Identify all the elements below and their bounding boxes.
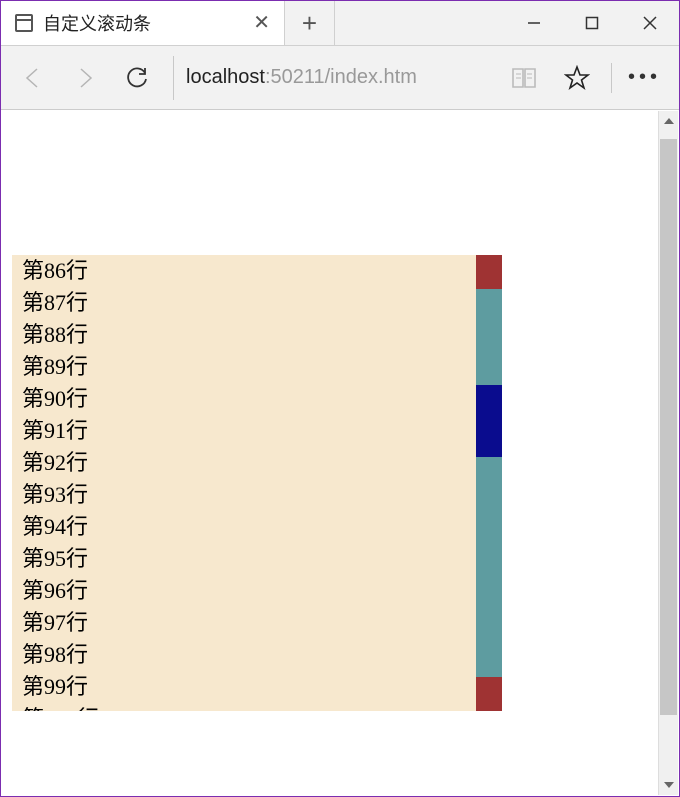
maximize-button[interactable] xyxy=(563,1,621,45)
new-tab-button[interactable]: + xyxy=(285,1,335,45)
list-item: 第100行 xyxy=(22,703,476,711)
address-text: localhost:50211/index.htm xyxy=(186,66,497,89)
page-content: 第86行第87行第88行第89行第90行第91行第92行第93行第94行第95行… xyxy=(2,111,658,795)
more-menu-button[interactable]: ••• xyxy=(622,66,667,89)
back-button[interactable] xyxy=(9,54,57,102)
custom-scroll-widget: 第86行第87行第88行第89行第90行第91行第92行第93行第94行第95行… xyxy=(12,255,502,711)
window-close-button[interactable] xyxy=(621,1,679,45)
list-item: 第99行 xyxy=(22,671,476,703)
close-tab-icon[interactable]: ✕ xyxy=(249,13,274,33)
favorite-icon[interactable] xyxy=(553,54,601,102)
page-icon xyxy=(15,14,33,32)
browser-scroll-down-icon[interactable] xyxy=(659,775,678,795)
list-item: 第98行 xyxy=(22,639,476,671)
list-item: 第88行 xyxy=(22,319,476,351)
list-item: 第94行 xyxy=(22,511,476,543)
list-item: 第87行 xyxy=(22,287,476,319)
custom-scrollbar[interactable] xyxy=(476,255,502,711)
custom-scroll-down-button[interactable] xyxy=(476,677,502,711)
custom-scroll-up-button[interactable] xyxy=(476,255,502,289)
browser-scroll-up-icon[interactable] xyxy=(659,111,678,131)
toolbar: localhost:50211/index.htm ••• xyxy=(1,46,679,110)
row-list: 第86行第87行第88行第89行第90行第91行第92行第93行第94行第95行… xyxy=(12,255,476,711)
list-item: 第92行 xyxy=(22,447,476,479)
titlebar: 自定义滚动条 ✕ + xyxy=(1,1,679,46)
custom-scroll-thumb[interactable] xyxy=(476,385,502,457)
reading-view-icon[interactable] xyxy=(501,54,549,102)
forward-button[interactable] xyxy=(61,54,109,102)
browser-tab[interactable]: 自定义滚动条 ✕ xyxy=(1,1,285,45)
list-item: 第93行 xyxy=(22,479,476,511)
browser-scrollbar[interactable] xyxy=(658,111,678,795)
list-item: 第89行 xyxy=(22,351,476,383)
separator xyxy=(611,63,612,93)
address-bar[interactable]: localhost:50211/index.htm xyxy=(173,56,497,100)
browser-scroll-thumb[interactable] xyxy=(660,139,677,715)
list-item: 第95行 xyxy=(22,543,476,575)
list-item: 第96行 xyxy=(22,575,476,607)
refresh-button[interactable] xyxy=(113,54,161,102)
list-item: 第97行 xyxy=(22,607,476,639)
minimize-button[interactable] xyxy=(505,1,563,45)
tab-title: 自定义滚动条 xyxy=(43,10,239,36)
viewport: 第86行第87行第88行第89行第90行第91行第92行第93行第94行第95行… xyxy=(2,111,678,795)
list-item: 第91行 xyxy=(22,415,476,447)
list-item: 第90行 xyxy=(22,383,476,415)
list-item: 第86行 xyxy=(22,255,476,287)
